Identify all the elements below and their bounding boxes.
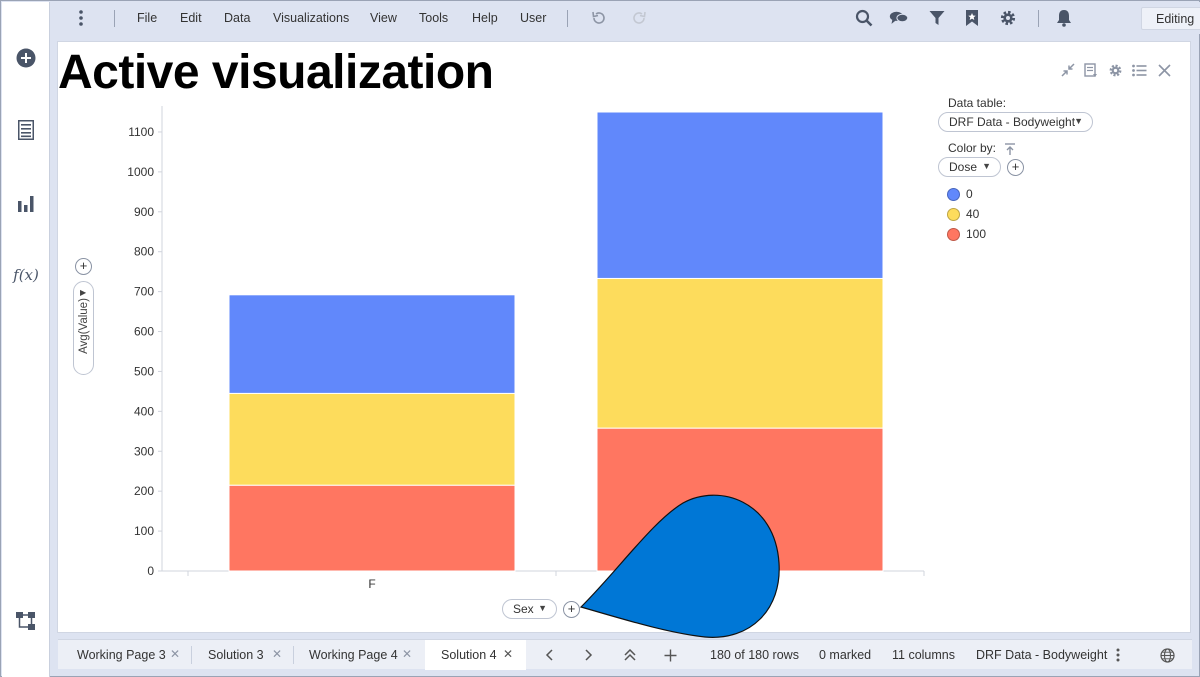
menu-separator — [567, 10, 568, 27]
data-table-label: Data table: — [948, 96, 1007, 110]
collaboration-icon[interactable] — [889, 8, 909, 28]
chevron-left-icon[interactable] — [541, 647, 557, 663]
caret-down-icon: ▼ — [538, 603, 547, 613]
bar-segment-F-0 — [228, 294, 516, 394]
y-tick-label: 100 — [134, 524, 154, 538]
bar-segment-F-40 — [228, 392, 516, 486]
add-color-by-button[interactable]: + — [1007, 159, 1024, 176]
color-by-label: Color by: — [948, 141, 997, 155]
data-in-analysis-button[interactable] — [14, 118, 38, 142]
description-icon[interactable] — [1083, 62, 1099, 78]
menu-file[interactable]: File — [137, 11, 157, 25]
close-tab-icon[interactable]: ✕ — [272, 647, 282, 661]
menu-edit[interactable]: Edit — [180, 11, 202, 25]
filter-icon[interactable] — [927, 8, 947, 28]
legend-list-icon[interactable] — [1131, 62, 1147, 78]
tab-label: Working Page 3 — [77, 648, 166, 662]
marked-count: 0 marked — [819, 648, 872, 662]
legend-swatch[interactable] — [947, 208, 960, 221]
menu-bar: File Edit Data Visualizations View Tools… — [51, 2, 1200, 34]
callout-balloon-shape — [579, 494, 780, 638]
bar-segment-M-40 — [596, 277, 884, 429]
menu-tools[interactable]: Tools — [419, 11, 448, 25]
menu-visualizations[interactable]: Visualizations — [273, 11, 349, 25]
visualization-types-button[interactable] — [14, 191, 38, 215]
y-tick-label: 1100 — [128, 125, 154, 139]
y-tick-label: 600 — [134, 325, 154, 339]
notifications-bell-icon[interactable] — [1054, 8, 1074, 28]
y-tick-label: 0 — [147, 564, 154, 578]
y-tick-label: 800 — [134, 245, 154, 259]
bar-segment-F-100 — [228, 484, 516, 572]
tab-solution-3[interactable]: Solution 3 ✕ — [192, 640, 293, 670]
add-data-button[interactable] — [14, 46, 38, 70]
data-table-value: DRF Data - Bodyweight — [949, 115, 1076, 129]
y-axis-label: Avg(Value) — [78, 298, 90, 354]
tab-label: Solution 3 — [208, 648, 264, 662]
menu-view[interactable]: View — [370, 11, 397, 25]
shrink-icon[interactable] — [1060, 62, 1076, 78]
legend-swatch[interactable] — [947, 188, 960, 201]
tab-solution-4[interactable]: Solution 4 ✕ — [425, 640, 526, 670]
close-tab-icon[interactable]: ✕ — [402, 647, 412, 661]
more-vertical-icon[interactable] — [1110, 647, 1126, 663]
close-icon[interactable] — [1156, 62, 1172, 78]
legend-swatch[interactable] — [947, 228, 960, 241]
menu-user[interactable]: User — [520, 11, 546, 25]
legend-item-label[interactable]: 40 — [966, 207, 979, 221]
function-icon[interactable]: f(x) — [13, 263, 39, 287]
x-tick-label: F — [368, 577, 375, 591]
more-vertical-icon[interactable] — [71, 8, 91, 28]
legend-item-label[interactable]: 0 — [966, 187, 973, 201]
bar-segment-M-0 — [596, 111, 884, 279]
mode-label: Editing — [1156, 12, 1195, 26]
menu-help[interactable]: Help — [472, 11, 498, 25]
menu-separator — [114, 10, 115, 27]
tab-working-page-3[interactable]: Working Page 3 ✕ — [58, 640, 190, 670]
caret-down-icon: ▼ — [982, 161, 991, 171]
redo-icon[interactable] — [629, 8, 649, 28]
visualization-properties-icon[interactable] — [1107, 62, 1123, 78]
menu-separator — [1038, 10, 1039, 27]
y-tick-label: 700 — [134, 285, 154, 299]
data-canvas-button[interactable] — [14, 609, 38, 633]
app-window: f(x) File Edit Data Visualizations View … — [0, 0, 1200, 677]
y-tick-label: 200 — [134, 484, 154, 498]
x-axis-label: Sex — [513, 602, 534, 616]
sort-upload-icon[interactable] — [1002, 141, 1018, 157]
flow-nodes-icon — [16, 612, 35, 630]
column-count: 11 columns — [892, 648, 955, 662]
data-table-selector[interactable]: DRF Data - Bodyweight ▼ — [938, 112, 1093, 132]
color-by-selector[interactable]: Dose ▼ — [938, 157, 1001, 177]
caret-down-icon: ▼ — [1074, 116, 1083, 126]
menu-data[interactable]: Data — [224, 11, 250, 25]
x-axis-selector[interactable]: Sex ▼ — [502, 599, 557, 619]
active-data-table[interactable]: DRF Data - Bodyweight — [976, 648, 1107, 662]
search-icon[interactable] — [854, 8, 874, 28]
add-y-axis-button[interactable]: + — [75, 258, 92, 275]
tab-working-page-4[interactable]: Working Page 4 ✕ — [294, 640, 424, 670]
y-tick-label: 300 — [134, 444, 154, 458]
y-tick-label: 900 — [134, 205, 154, 219]
tab-label: Working Page 4 — [309, 648, 398, 662]
list-document-icon — [18, 120, 34, 140]
settings-gear-icon[interactable] — [998, 8, 1018, 28]
mode-dropdown[interactable]: Editing — [1141, 7, 1200, 30]
y-tick-label: 500 — [134, 364, 154, 378]
visualization-title: Active visualization — [58, 45, 494, 100]
plus-circle-icon — [16, 48, 36, 68]
color-by-value: Dose — [949, 160, 978, 174]
legend-item-label[interactable]: 100 — [966, 227, 986, 241]
left-toolbar: f(x) — [2, 2, 50, 677]
undo-icon[interactable] — [589, 8, 609, 28]
y-tick-label: 400 — [134, 404, 154, 418]
globe-icon[interactable] — [1159, 647, 1175, 663]
close-tab-icon[interactable]: ✕ — [170, 647, 180, 661]
y-tick-label: 1000 — [127, 165, 154, 179]
bookmark-icon[interactable] — [962, 8, 982, 28]
tab-label: Solution 4 — [441, 648, 497, 662]
bar-chart-icon — [18, 196, 34, 212]
y-axis-selector[interactable]: ▶ Avg(Value) — [73, 281, 94, 375]
close-tab-icon[interactable]: ✕ — [503, 647, 513, 661]
